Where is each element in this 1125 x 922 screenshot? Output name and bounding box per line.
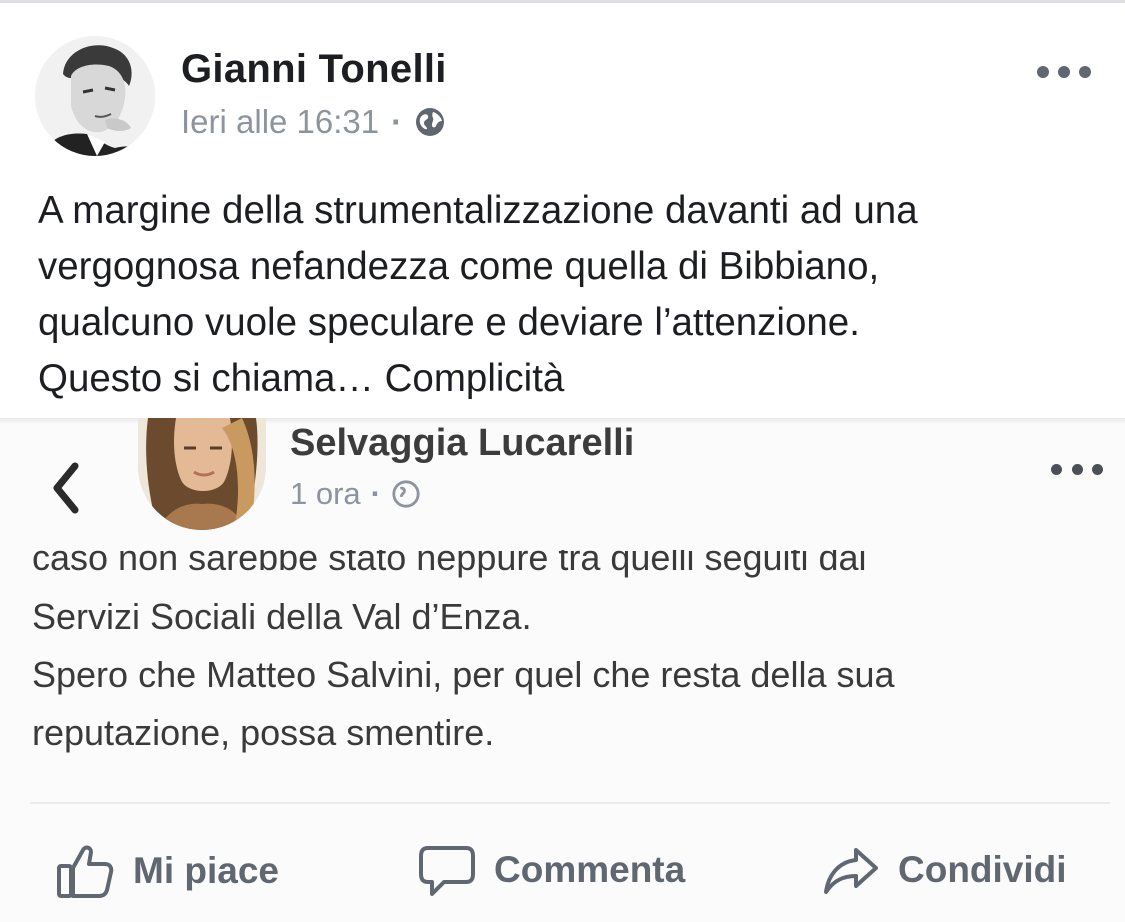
top-divider [0, 0, 1125, 3]
like-button: Mi piace [55, 842, 279, 900]
avatar-portrait-image [35, 36, 155, 156]
more-dot [1051, 463, 1062, 475]
meta-separator: · [391, 103, 403, 140]
comment-button: Commenta [418, 842, 685, 898]
shared-text-line: Spero che Matteo Salvini, per quel che r… [32, 654, 895, 695]
post-text-line: Questo si chiama… Complicità [38, 357, 565, 400]
post-body-text: A margine della strumentalizzazione dava… [38, 183, 1098, 407]
shared-meta: 1 ora · [290, 476, 421, 512]
globe-icon[interactable] [414, 106, 446, 138]
shared-text-line-cropped: caso non sarebbe stato neppure tra quell… [32, 550, 1112, 586]
post-meta: Ieri alle 16:31 · [181, 103, 446, 141]
shared-avatar-portrait-image [138, 418, 266, 530]
more-dot [1058, 66, 1070, 78]
shared-avatar [138, 418, 266, 530]
thumbs-up-icon [57, 845, 114, 898]
post-more-options-icon[interactable] [1037, 62, 1091, 82]
shared-body-text: caso non sarebbe stato neppure tra quell… [32, 550, 1112, 762]
post-timestamp[interactable]: Ieri alle 16:31 [181, 103, 379, 141]
shared-meta-separator: · [370, 476, 381, 511]
shared-timestamp: 1 ora [290, 476, 361, 511]
avatar[interactable] [35, 36, 155, 156]
more-dot [1092, 463, 1103, 475]
comment-bubble-icon [419, 846, 475, 896]
shared-actions-divider [30, 802, 1110, 804]
shared-text-line: reputazione, possa smentire. [32, 712, 495, 753]
post-text-line: A margine della strumentalizzazione dava… [38, 189, 918, 232]
more-dot [1079, 66, 1091, 78]
shared-globe-icon [392, 480, 420, 508]
more-dot [1071, 463, 1083, 475]
shared-action-bar: Mi piace Commenta Condividi [0, 830, 1125, 910]
comment-label: Commenta [494, 849, 686, 890]
share-label: Condividi [898, 849, 1067, 890]
post-author-name[interactable]: Gianni Tonelli [181, 47, 447, 92]
shared-text-line: Servizi Sociali della Val d’Enza. [32, 596, 532, 637]
chevron-left-icon [53, 462, 79, 514]
share-button: Condividi [822, 842, 1067, 898]
more-dot [1037, 66, 1049, 78]
like-label: Mi piace [133, 850, 279, 891]
shared-more-options-icon [1051, 460, 1103, 478]
shared-screenshot-image[interactable]: Selvaggia Lucarelli 1 ora · caso non sar… [0, 418, 1125, 922]
post-text-line: qualcuno vuole speculare e deviare l’att… [38, 301, 860, 344]
post-text-line: vergognosa nefandezza come quella di Bib… [38, 245, 880, 288]
shared-text-line: caso non sarebbe stato neppure tra quell… [32, 550, 867, 578]
share-arrow-icon [824, 848, 878, 894]
shared-author-name: Selvaggia Lucarelli [290, 422, 635, 464]
